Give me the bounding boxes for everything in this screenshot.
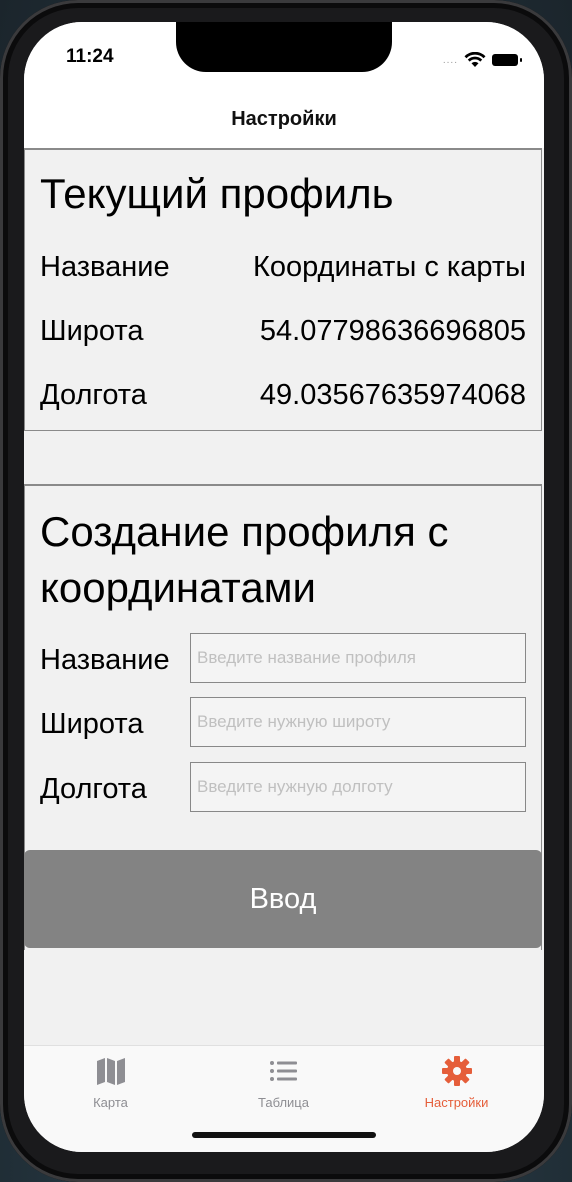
notch bbox=[176, 22, 392, 72]
tab-map-label: Карта bbox=[93, 1095, 128, 1110]
current-profile-title: Текущий профиль bbox=[40, 170, 394, 217]
app-screen: 11:24 .... Настройки Текущий профиль Наз… bbox=[24, 22, 544, 1152]
map-icon bbox=[96, 1058, 125, 1085]
profile-name-input[interactable] bbox=[190, 633, 526, 683]
tab-settings[interactable]: Настройки bbox=[370, 1054, 543, 1110]
current-longitude-label: Долгота bbox=[40, 379, 147, 411]
current-name-value: Координаты с карты bbox=[252, 251, 526, 283]
current-longitude-value: 49.03567635974068 bbox=[259, 379, 526, 411]
current-latitude-label: Широта bbox=[40, 315, 144, 347]
status-icons: .... bbox=[442, 52, 522, 68]
new-latitude-label: Широта bbox=[40, 708, 144, 740]
gear-icon bbox=[441, 1056, 472, 1086]
new-name-label: Название bbox=[40, 644, 170, 676]
home-indicator bbox=[192, 1132, 376, 1138]
current-name-label: Название bbox=[40, 251, 170, 283]
create-profile-title-line1: Создание профиля с bbox=[40, 508, 449, 555]
tab-table[interactable]: Таблица bbox=[197, 1054, 370, 1110]
current-latitude-value: 54.07798636696805 bbox=[259, 315, 526, 347]
tab-table-label: Таблица bbox=[258, 1095, 309, 1110]
tab-settings-label: Настройки bbox=[424, 1095, 489, 1110]
navigation-bar: Настройки bbox=[24, 100, 544, 148]
battery-icon bbox=[492, 54, 522, 66]
status-time: 11:24 bbox=[66, 46, 114, 67]
wifi-icon bbox=[464, 52, 486, 67]
latitude-input[interactable] bbox=[190, 697, 526, 747]
signal-indicator: .... bbox=[442, 54, 458, 66]
phone-frame: 11:24 .... Настройки Текущий профиль Наз… bbox=[0, 0, 572, 1182]
list-icon bbox=[269, 1061, 297, 1081]
new-longitude-label: Долгота bbox=[40, 773, 147, 805]
status-bar: 11:24 .... bbox=[24, 22, 544, 100]
submit-button[interactable]: Ввод bbox=[24, 850, 542, 948]
longitude-input[interactable] bbox=[190, 762, 526, 812]
create-profile-title-line2: координатами bbox=[40, 564, 317, 611]
current-profile-panel: Текущий профиль Название Координаты с ка… bbox=[24, 148, 542, 431]
tab-map[interactable]: Карта bbox=[24, 1054, 197, 1110]
page-title: Настройки bbox=[231, 108, 337, 130]
